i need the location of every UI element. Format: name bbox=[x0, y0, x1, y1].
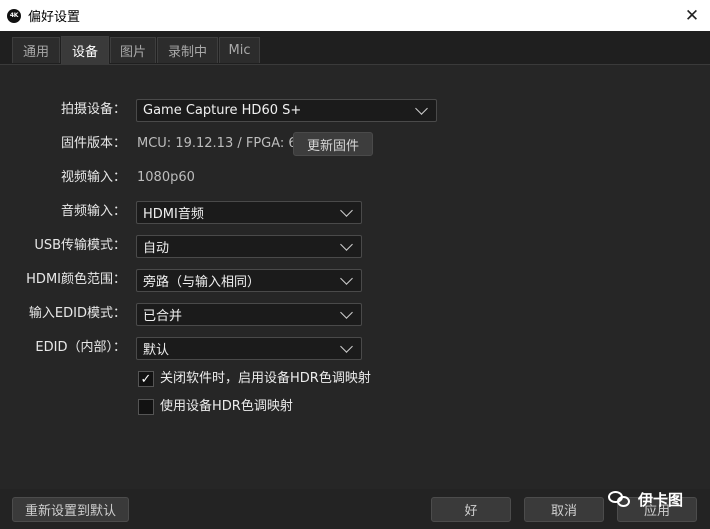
tab-device[interactable]: 设备 bbox=[61, 36, 109, 64]
chat-bubble-icon bbox=[608, 489, 632, 509]
video-input-label: 视频输入： bbox=[60, 170, 126, 185]
cancel-button[interactable]: 取消 bbox=[524, 497, 604, 522]
chevron-down-icon bbox=[340, 238, 353, 251]
watermark: 伊卡图 bbox=[608, 487, 683, 511]
firmware-value: MCU: 19.12.13 / FPGA: 66 bbox=[137, 136, 305, 151]
usb-mode-value: 自动 bbox=[143, 241, 170, 256]
capture-device-label: 拍摄设备： bbox=[60, 102, 126, 117]
firmware-label: 固件版本： bbox=[60, 136, 126, 151]
edid-mode-label: 输入EDID模式： bbox=[28, 306, 126, 321]
window-title: 偏好设置 bbox=[28, 10, 81, 25]
watermark-text: 伊卡图 bbox=[638, 490, 684, 509]
dialog-footer: 重新设置到默认 好 取消 应用 bbox=[0, 489, 710, 529]
chevron-down-icon bbox=[340, 306, 353, 319]
audio-input-value: HDMI音频 bbox=[143, 207, 204, 222]
hdmi-color-range-value: 旁路（与输入相同） bbox=[143, 275, 261, 290]
chevron-down-icon bbox=[340, 340, 353, 353]
tab-strip: 通用 设备 图片 录制中 Mic bbox=[0, 31, 710, 64]
close-icon: ✕ bbox=[684, 5, 700, 26]
edid-mode-select[interactable]: 已合并 bbox=[136, 303, 362, 326]
capture-device-value: Game Capture HD60 S+ bbox=[143, 103, 302, 118]
usb-mode-select[interactable]: 自动 bbox=[136, 235, 362, 258]
close-button[interactable]: ✕ bbox=[674, 0, 710, 31]
audio-input-label: 音频输入： bbox=[60, 204, 126, 219]
hdr-on-close-label[interactable]: 关闭软件时，启用设备HDR色调映射 bbox=[160, 370, 371, 388]
chevron-down-icon bbox=[340, 204, 353, 217]
tab-mic[interactable]: Mic bbox=[219, 37, 260, 63]
hdmi-color-range-select[interactable]: 旁路（与输入相同） bbox=[136, 269, 362, 292]
app-logo-icon: 4K bbox=[7, 8, 21, 23]
chevron-down-icon bbox=[415, 102, 428, 115]
edid-internal-label: EDID（内部）： bbox=[35, 340, 126, 355]
use-hdr-label[interactable]: 使用设备HDR色调映射 bbox=[160, 398, 293, 416]
edid-internal-select[interactable]: 默认 bbox=[136, 337, 362, 360]
title-bar: 4K 偏好设置 ✕ bbox=[0, 0, 710, 31]
usb-mode-label: USB传输模式： bbox=[34, 238, 126, 253]
ok-button[interactable]: 好 bbox=[431, 497, 511, 522]
reset-defaults-button[interactable]: 重新设置到默认 bbox=[12, 497, 129, 522]
capture-device-select[interactable]: Game Capture HD60 S+ bbox=[136, 99, 437, 122]
checkmark-icon: ✓ bbox=[140, 371, 152, 387]
app-logo-text: 4K bbox=[9, 12, 19, 19]
hdmi-color-range-label: HDMI颜色范围： bbox=[26, 272, 126, 287]
update-firmware-button[interactable]: 更新固件 bbox=[293, 132, 373, 156]
chevron-down-icon bbox=[340, 272, 353, 285]
tab-general[interactable]: 通用 bbox=[12, 37, 60, 63]
video-input-value: 1080p60 bbox=[137, 170, 195, 185]
tab-recording[interactable]: 录制中 bbox=[157, 37, 218, 63]
edid-mode-value: 已合并 bbox=[143, 309, 183, 324]
edid-internal-value: 默认 bbox=[143, 343, 170, 358]
tab-pictures[interactable]: 图片 bbox=[110, 37, 156, 63]
hdr-on-close-checkbox[interactable]: ✓ bbox=[138, 371, 154, 387]
use-hdr-checkbox[interactable] bbox=[138, 399, 154, 415]
audio-input-select[interactable]: HDMI音频 bbox=[136, 201, 362, 224]
